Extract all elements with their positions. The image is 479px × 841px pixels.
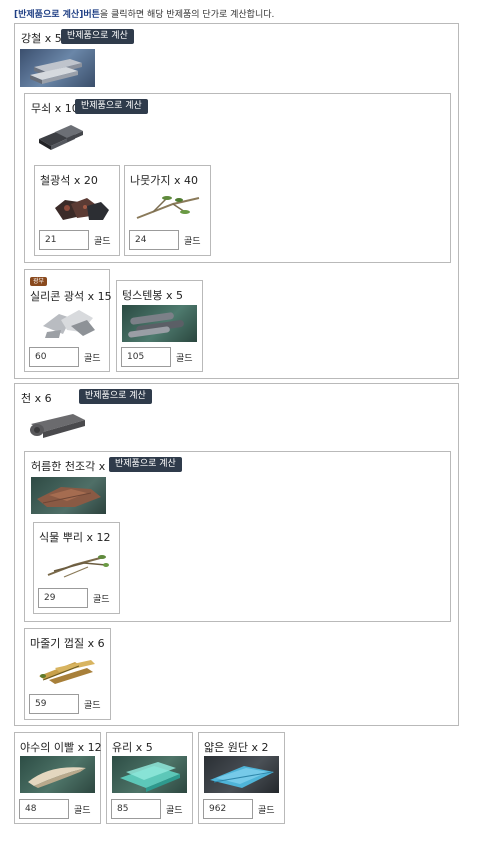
tungsten-price-input[interactable]: [121, 347, 171, 367]
branch-unit: 골드: [184, 237, 201, 247]
tooth-price-input[interactable]: [19, 799, 69, 819]
fabric-unit: 골드: [258, 806, 275, 816]
silicon-title: 실리콘 광석 x 15: [30, 290, 112, 303]
oldcloth-box: 허름한 천조각 x 6 반제품으로 계산 식물 뿌리 x 12 29 골드: [24, 451, 451, 622]
pigiron-title: 무쇠 x 10: [31, 102, 79, 115]
branch-box: 나뭇가지 x 40 골드: [124, 165, 211, 256]
tooth-box: 야수의 이빨 x 12 골드: [14, 732, 102, 824]
steel-image: [20, 49, 95, 87]
tooth-image: [20, 756, 95, 793]
hemp-title: 마줄기 껍질 x 6: [30, 637, 105, 650]
hemp-box: 마줄기 껍질 x 6 골드: [24, 628, 111, 720]
tooth-title: 야수의 이빨 x 12: [20, 741, 102, 754]
tooth-unit: 골드: [74, 806, 91, 816]
steel-title: 강철 x 5: [21, 32, 62, 45]
ironore-price-input[interactable]: [39, 230, 89, 250]
silicon-price-input[interactable]: [29, 347, 79, 367]
root-title: 식물 뿌리 x 12: [39, 531, 111, 544]
notice-bold: [반제품으로 계산]: [14, 10, 84, 20]
ironore-title: 철광석 x 20: [40, 174, 98, 187]
tungsten-unit: 골드: [176, 354, 193, 364]
fabric-box: 얇은 원단 x 2 골드: [198, 732, 285, 824]
steel-box: 강철 x 5 반제품으로 계산 무쇠 x 10 반제품으로 계산 철광석 x 2…: [14, 23, 459, 379]
pigiron-calc-button[interactable]: 반제품으로 계산: [75, 99, 148, 114]
silicon-badge: 광부: [30, 277, 48, 286]
cloth-image: [27, 410, 89, 440]
fabric-title: 얇은 원단 x 2: [204, 741, 269, 754]
root-price-input[interactable]: [38, 588, 88, 608]
glass-unit: 골드: [166, 806, 183, 816]
notice-rest: 을 클릭하면 해당 반제품의 단가로 계산합니다.: [99, 10, 275, 20]
branch-image: [133, 190, 203, 224]
glass-image: [112, 756, 187, 793]
fabric-price-input[interactable]: [203, 799, 253, 819]
notice-text: [반제품으로 계산]버튼을 클릭하면 해당 반제품의 단가로 계산합니다.: [14, 7, 274, 20]
root-image: [44, 547, 110, 583]
silicon-box: 광부 실리콘 광석 x 15 골드: [24, 269, 112, 372]
cloth-title: 천 x 6: [21, 392, 52, 405]
tungsten-title: 텅스텐봉 x 5: [122, 289, 183, 302]
notice-bold2: 버튼: [83, 10, 100, 20]
root-box: 식물 뿌리 x 12 골드: [33, 522, 120, 614]
hemp-image: [35, 654, 101, 688]
oldcloth-image: [31, 477, 106, 514]
glass-title: 유리 x 5: [112, 741, 153, 754]
cloth-box: 천 x 6 반제품으로 계산 허름한 천조각 x 6 반제품으로 계산 식물 뿌…: [14, 383, 459, 726]
ironore-unit: 골드: [94, 237, 111, 247]
tungsten-box: 텅스텐봉 x 5 골드: [116, 280, 203, 372]
fabric-image: [204, 756, 279, 793]
hemp-unit: 골드: [84, 701, 101, 711]
silicon-unit: 골드: [84, 354, 101, 364]
oldcloth-title: 허름한 천조각 x 6: [31, 460, 116, 473]
glass-price-input[interactable]: [111, 799, 161, 819]
cloth-calc-button[interactable]: 반제품으로 계산: [79, 389, 152, 404]
hemp-price-input[interactable]: [29, 694, 79, 714]
pigiron-box: 무쇠 x 10 반제품으로 계산 철광석 x 20 21 골드 나뭇가지 x 4…: [24, 93, 451, 263]
branch-title: 나뭇가지 x 40: [130, 174, 198, 187]
oldcloth-calc-button[interactable]: 반제품으로 계산: [109, 457, 182, 472]
ironore-image: [51, 190, 111, 224]
silicon-image: [37, 306, 99, 340]
branch-price-input[interactable]: [129, 230, 179, 250]
tungsten-image: [122, 305, 197, 342]
glass-box: 유리 x 5 골드: [106, 732, 193, 824]
pigiron-image: [31, 119, 91, 154]
ironore-box: 철광석 x 20 골드: [34, 165, 120, 256]
root-unit: 골드: [93, 595, 110, 605]
steel-calc-button[interactable]: 반제품으로 계산: [61, 29, 134, 44]
